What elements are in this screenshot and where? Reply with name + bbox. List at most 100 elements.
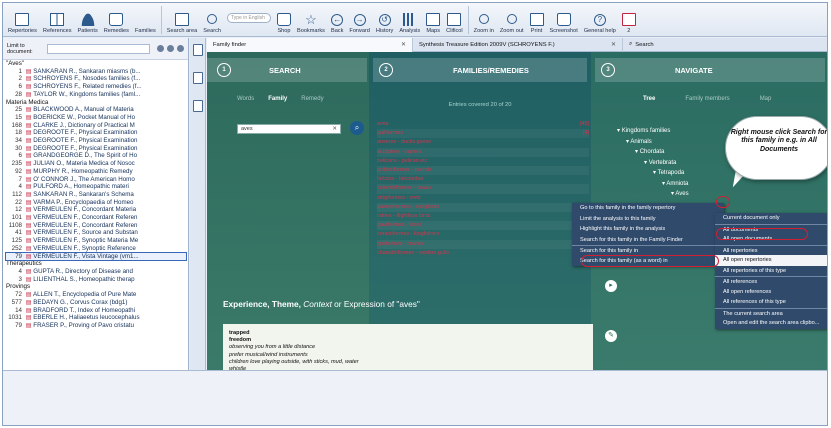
- subtab-family-members[interactable]: Family members: [685, 96, 729, 102]
- list-item[interactable]: 34 ▤ DEGROOTE F., Physical Examination: [6, 137, 188, 145]
- menu-item[interactable]: All repertories of this type: [715, 266, 827, 277]
- tree-node[interactable]: ▾ Animals: [617, 137, 689, 148]
- tab-search[interactable]: ⌕ Search: [623, 38, 827, 52]
- menu-item[interactable]: Go to this family in the family repertor…: [572, 203, 724, 214]
- list-item[interactable]: galliformes [4]: [377, 129, 589, 139]
- list-item[interactable]: 235 ▤ JULIAN O., Materia Medica of Nosoc: [6, 160, 188, 168]
- vertical-tab-icon[interactable]: [193, 72, 203, 84]
- list-item[interactable]: 72 ▤ ALLEN T., Encyclopedia of Pure Mate: [6, 291, 188, 299]
- edit-icon[interactable]: ✎: [605, 330, 617, 342]
- toolbar-zoom-in-button[interactable]: Zoom in: [471, 3, 497, 34]
- list-item[interactable]: accipitres - raptors: [377, 147, 589, 157]
- toolbar-maps-button[interactable]: Maps: [423, 3, 443, 34]
- menu-item[interactable]: Current document only: [715, 213, 827, 224]
- list-item[interactable]: anseres - ducks geese: [377, 138, 589, 147]
- list-item[interactable]: 2 ▤ SCHROYENS F., Nosodes families (f...: [6, 75, 188, 83]
- toolbar-layout-button[interactable]: 2: [619, 3, 639, 34]
- tree-node[interactable]: ▾ Amniota: [617, 179, 689, 190]
- list-item[interactable]: 168 ▤ CLARKE J., Dictionary of Practical…: [6, 122, 188, 130]
- tree-node[interactable]: ▾ Tetrapoda: [617, 168, 689, 179]
- tree-node[interactable]: ▾ Aves: [617, 189, 689, 200]
- list-item[interactable]: 25 ▤ BLACKWOOD A., Manual of Materia: [6, 106, 188, 114]
- menu-item[interactable]: Search for this family in: [572, 245, 724, 256]
- list-item[interactable]: 30 ▤ DEGROOTE F., Physical Examination: [6, 145, 188, 153]
- tree-node[interactable]: ▾ Kingdoms families: [617, 126, 689, 137]
- tree-node[interactable]: ▾ Vertebrata: [617, 158, 689, 169]
- list-item[interactable]: 28 ▤ TAYLOR W., Kingdoms families (faml.…: [6, 91, 188, 99]
- subtab-map[interactable]: Map: [760, 96, 772, 102]
- toolbar-families-button[interactable]: Families: [132, 3, 563, 100]
- menu-item[interactable]: All open repertories: [715, 255, 827, 266]
- list-item[interactable]: 79 ▤ VERMEULEN F., Vista Vintage (vm1...: [5, 251, 187, 262]
- toolbar-bookmarks-button[interactable]: ☆ Bookmarks: [294, 3, 328, 34]
- list-item[interactable]: coraciiformes - kingfishers: [377, 230, 589, 239]
- list-item[interactable]: 4 ▤ PULFORD A., Homeopathic materi: [6, 183, 188, 191]
- vertical-tab-icon[interactable]: [193, 44, 203, 56]
- clear-icon[interactable]: ✕: [332, 125, 337, 133]
- gear-icon[interactable]: [167, 45, 174, 52]
- toolbar-references-button[interactable]: References: [40, 3, 75, 34]
- close-icon[interactable]: ✕: [401, 41, 406, 48]
- toolbar-search-area-button[interactable]: Search area: [164, 3, 200, 34]
- toolbar-repertories-button[interactable]: Repertories: [5, 3, 40, 34]
- list-item[interactable]: 4 ▤ GUPTA R., Directory of Disease and: [6, 268, 188, 276]
- list-item[interactable]: 92 ▤ MURPHY R., Homeopathic Remedy: [6, 168, 188, 176]
- menu-item[interactable]: The current search area: [715, 307, 827, 319]
- list-item[interactable]: strigiformes - owls: [377, 194, 589, 203]
- list-item[interactable]: 1031 ▤ EBERLE H., Haliaeetus leucocephal…: [6, 314, 188, 322]
- toolbar-shop-button[interactable]: Shop: [274, 3, 294, 34]
- list-item[interactable]: 6 ▤ GRANDGEORGE D., The Spirit of Ho: [6, 152, 188, 160]
- close-icon[interactable]: ✕: [611, 41, 616, 48]
- list-item[interactable]: 22 ▤ VARMA P., Encyclopaedia of Homeo: [6, 199, 188, 207]
- toolbar-back-button[interactable]: ← Back: [328, 3, 346, 34]
- tab-synthesis[interactable]: Synthesis Treasure Edition 2009V (SCHROY…: [413, 37, 623, 52]
- navigate-action-icon[interactable]: ▸: [605, 280, 617, 292]
- menu-item[interactable]: Highlight this family in the analysis: [572, 224, 724, 235]
- list-item[interactable]: aves [45]: [377, 120, 589, 129]
- list-item[interactable]: gruiformes - cranes: [377, 239, 589, 249]
- family-search-input[interactable]: aves ✕: [237, 124, 341, 134]
- subtab-remedy[interactable]: Remedy: [301, 96, 323, 102]
- toolbar-search-box[interactable]: Type in English: [224, 3, 274, 34]
- list-item[interactable]: 18 ▤ DEGROOTE F., Physical Examination: [6, 129, 188, 137]
- list-item[interactable]: 112 ▤ SANKARAN R., Sankaran's Schema: [6, 191, 188, 199]
- list-item[interactable]: falcons - falconidae: [377, 175, 589, 184]
- toolbar-search-button[interactable]: Search: [200, 3, 224, 34]
- toolbar-analysis-button[interactable]: Analysis: [396, 3, 423, 34]
- list-item[interactable]: 1108 ▤ VERMEULEN F., Concordant Referen: [6, 222, 188, 230]
- list-item[interactable]: 7 ▤ O' CONNOR J., The American Homo: [6, 176, 188, 184]
- menu-item[interactable]: All references of this type: [715, 297, 827, 308]
- list-item[interactable]: 101 ▤ VERMEULEN F., Concordant Referen: [6, 214, 188, 222]
- menu-item[interactable]: All open references: [715, 287, 827, 298]
- list-item[interactable]: 14 ▤ BRADFORD T., Index of Homeopathi: [6, 307, 188, 315]
- list-item[interactable]: 577 ▤ BEDAYN G., Corvus Corax (bdg1): [6, 299, 188, 307]
- limit-document-input[interactable]: [47, 43, 150, 54]
- list-item[interactable]: pelicans - pelican etc: [377, 157, 589, 166]
- search-button[interactable]: ⌕: [350, 121, 364, 135]
- menu-item[interactable]: All repertories: [715, 244, 827, 256]
- vertical-tab-icon[interactable]: [193, 100, 203, 112]
- toolbar-forward-button[interactable]: → Forward: [346, 3, 373, 34]
- toolbar-zoom-out-button[interactable]: Zoom out: [497, 3, 527, 34]
- toolbar-print-button[interactable]: Print: [527, 3, 547, 34]
- list-item[interactable]: 3 ▤ LILIENTHAL S., Homeopathic therap: [6, 276, 188, 284]
- menu-item[interactable]: Open and edit the search area clipbo...: [715, 318, 827, 329]
- subtab-words[interactable]: Words: [237, 96, 254, 102]
- list-item[interactable]: psittaciformes - parrots: [377, 166, 589, 176]
- settings-icon[interactable]: [157, 45, 164, 52]
- subtab-tree[interactable]: Tree: [643, 96, 655, 102]
- menu-item[interactable]: Limit the analysis to this family: [572, 214, 724, 225]
- toolbar-history-button[interactable]: ↺ History: [373, 3, 396, 34]
- list-item[interactable]: passeriformes - songbirds: [377, 202, 589, 213]
- list-item[interactable]: charadriiformes - waders gulls: [377, 249, 589, 258]
- list-item[interactable]: ratites - flightless birds: [377, 212, 589, 221]
- toolbar-screenshot-button[interactable]: Screenshot: [547, 3, 581, 34]
- tree-node[interactable]: ▾ Chordata: [617, 147, 689, 158]
- list-item[interactable]: 15 ▤ BOERICKE W., Pocket Manual of Ho: [6, 114, 188, 122]
- menu-item[interactable]: All references: [715, 276, 827, 287]
- toolbar-clificol-button[interactable]: Clificol: [443, 3, 465, 34]
- toolbar-search-input[interactable]: Type in English: [226, 13, 271, 23]
- list-item[interactable]: 79 ▤ FRASER P., Proving of Pavo cristatu: [6, 322, 188, 330]
- menu-item[interactable]: Search for this family in the Family Fin…: [572, 235, 724, 246]
- list-item[interactable]: 125 ▤ VERMEULEN F., Synoptic Materia Me: [6, 237, 188, 245]
